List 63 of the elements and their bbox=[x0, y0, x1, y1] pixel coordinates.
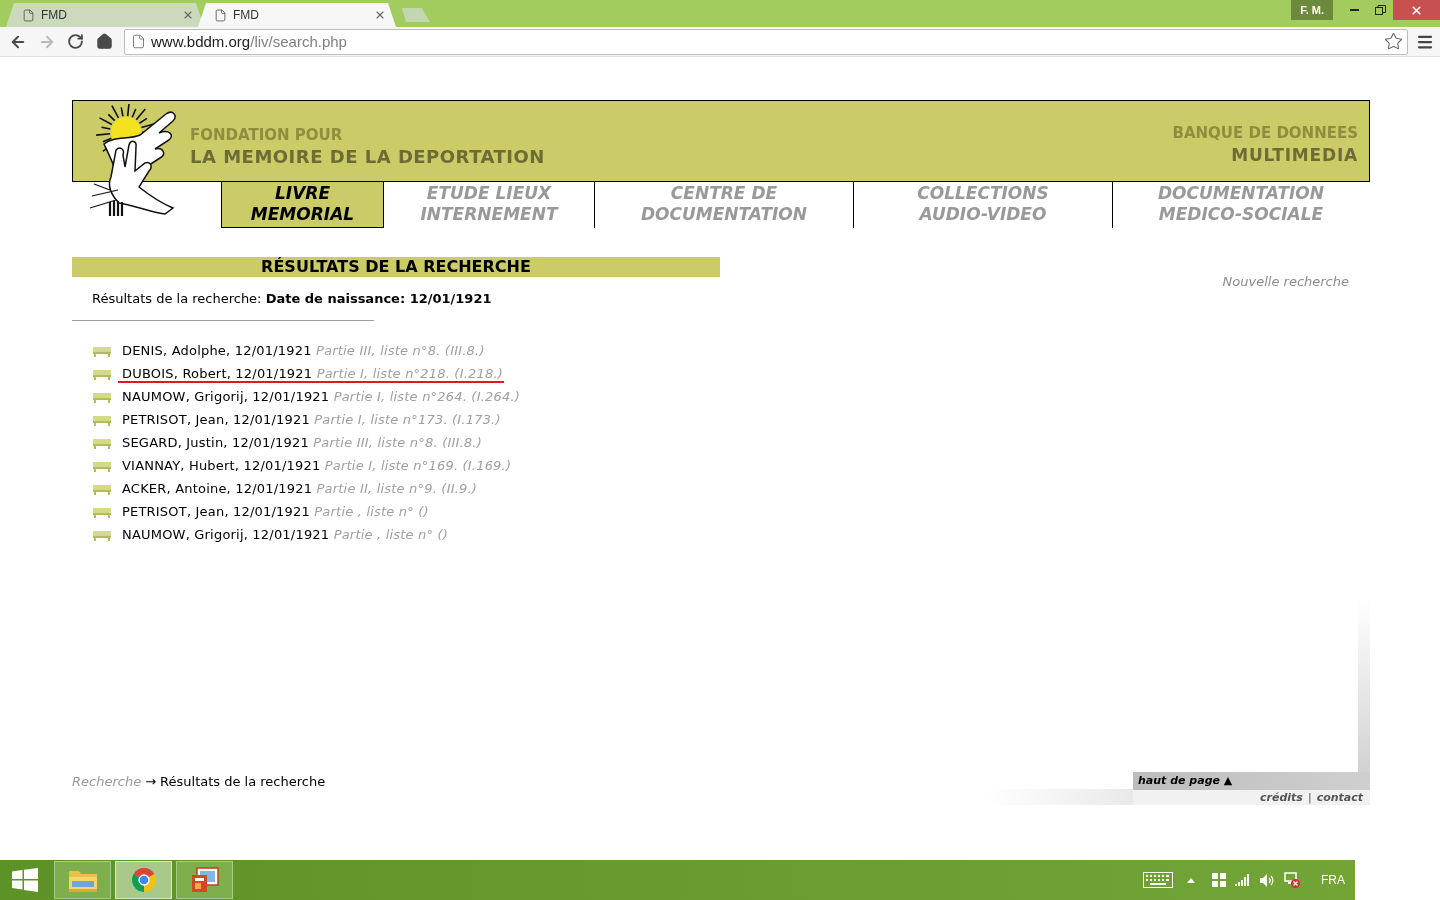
four-squares-icon[interactable] bbox=[1212, 873, 1226, 887]
bookmark-button[interactable] bbox=[1384, 32, 1403, 51]
star-icon bbox=[1384, 32, 1403, 51]
tab-title: FMD bbox=[41, 7, 67, 24]
result-link[interactable]: VIANNAY, Hubert, 12/01/1921 Partie I, liste n°169. (I.169.) bbox=[118, 458, 513, 475]
bench-icon bbox=[93, 461, 111, 472]
result-link[interactable]: SEGARD, Justin, 12/01/1921 Partie III, liste n°8. (III.8.) bbox=[118, 435, 483, 452]
minimize-icon bbox=[1349, 9, 1359, 11]
nav-tab[interactable]: LIVRE MEMORIAL bbox=[221, 182, 384, 228]
search-summary: Résultats de la recherche: Date de naissance: 12/01/1921 bbox=[92, 291, 492, 307]
banner-subtitle: BANQUE DE DONNEES bbox=[1172, 123, 1358, 144]
bench-icon bbox=[93, 530, 111, 541]
bench-icon bbox=[93, 392, 111, 403]
result-link[interactable]: ACKER, Antoine, 12/01/1921 Partie II, liste n°9. (II.9.) bbox=[118, 481, 479, 498]
page-icon bbox=[22, 8, 35, 22]
page-icon bbox=[214, 8, 227, 22]
close-icon bbox=[1410, 3, 1423, 17]
signal-bars-icon[interactable] bbox=[1235, 874, 1250, 886]
breadcrumb-current-page: Résultats de la recherche bbox=[160, 774, 326, 790]
bench-icon bbox=[93, 415, 111, 426]
bench-icon bbox=[93, 507, 111, 518]
breadcrumb-arrow: → bbox=[145, 774, 157, 790]
result-link[interactable]: PETRISOT, Jean, 12/01/1921 Partie I, liste n°173. (I.173.) bbox=[118, 412, 502, 429]
close-icon bbox=[182, 9, 194, 21]
taskbar-app-button[interactable] bbox=[176, 861, 233, 899]
slideshow-app-icon bbox=[190, 867, 219, 893]
browser-tab[interactable]: FMD bbox=[198, 3, 396, 27]
bench-icon bbox=[93, 346, 111, 357]
footer-link[interactable]: contact bbox=[1316, 790, 1363, 805]
home-icon bbox=[96, 33, 113, 50]
banner-title: MULTIMEDIA bbox=[1231, 144, 1358, 166]
monitor-error-icon[interactable] bbox=[1284, 872, 1300, 888]
result-link[interactable]: PETRISOT, Jean, 12/01/1921 Partie , liste n° () bbox=[118, 504, 430, 521]
link-separator: | bbox=[1307, 790, 1312, 805]
tab-close-button[interactable] bbox=[182, 9, 194, 21]
new-search-link[interactable]: Nouvelle recherche bbox=[1222, 274, 1349, 290]
page-icon bbox=[131, 34, 146, 49]
bench-icon bbox=[93, 369, 111, 380]
result-link[interactable]: DENIS, Adolphe, 12/01/1921 Partie III, liste n°8. (III.8.) bbox=[118, 343, 486, 360]
tab-close-button[interactable] bbox=[374, 9, 386, 21]
address-bar[interactable]: www.bddm.org/liv/search.php bbox=[124, 28, 1408, 55]
reload-icon bbox=[67, 33, 84, 50]
bench-icon bbox=[93, 484, 111, 495]
result-link[interactable]: DUBOIS, Robert, 12/01/1921 Partie I, liste n°218. (I.218.) bbox=[118, 366, 505, 383]
bench-icon bbox=[93, 438, 111, 449]
windows-logo-icon bbox=[12, 868, 38, 892]
back-to-top-link[interactable]: haut de page ▲ bbox=[1133, 772, 1370, 790]
url-text: www.bddm.org/liv/search.php bbox=[151, 32, 347, 51]
close-icon bbox=[374, 9, 386, 21]
result-link[interactable]: NAUMOW, Grigorij, 12/01/1921 Partie I, liste n°264. (I.264.) bbox=[118, 389, 522, 406]
banner-title: LA MEMOIRE DE LA DEPORTATION bbox=[190, 146, 545, 168]
banner-subtitle: FONDATION POUR bbox=[190, 125, 343, 146]
footer-link[interactable]: crédits bbox=[1260, 790, 1303, 805]
speaker-icon[interactable] bbox=[1260, 873, 1274, 887]
round-browser-icon bbox=[130, 867, 157, 893]
restore-icon bbox=[1374, 5, 1386, 15]
up-caret-icon[interactable] bbox=[1187, 877, 1195, 883]
result-link[interactable]: NAUMOW, Grigorij, 12/01/1921 Partie , liste n° () bbox=[118, 527, 450, 544]
taskbar-app-button[interactable] bbox=[115, 861, 172, 899]
section-heading: RÉSULTATS DE LA RECHERCHE bbox=[72, 257, 720, 277]
profile-badge[interactable]: F. M. bbox=[1291, 0, 1333, 20]
tab-title: FMD bbox=[233, 7, 259, 24]
keyboard-icon[interactable] bbox=[1143, 872, 1173, 888]
